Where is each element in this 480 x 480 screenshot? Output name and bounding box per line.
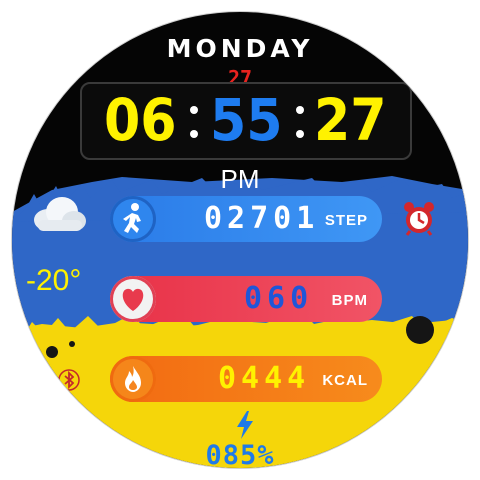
clock-minutes: 55	[210, 86, 283, 154]
colon-dot	[296, 106, 304, 114]
heart-icon-badge	[110, 276, 156, 322]
alarm-clock-icon[interactable]	[402, 200, 436, 236]
battery-percentage[interactable]: 085%	[12, 440, 468, 468]
calories-unit: KCAL	[322, 372, 368, 389]
calories-value: 0444	[218, 361, 311, 396]
heart-rate-value: 060	[244, 281, 314, 316]
bluetooth-icon[interactable]	[58, 368, 80, 392]
clock-hours: 06	[104, 86, 177, 154]
steps-icon-badge	[110, 196, 156, 242]
flame-icon-badge	[110, 356, 156, 402]
colon-dot	[190, 106, 198, 114]
flame-icon	[125, 366, 141, 392]
heart-rate-widget[interactable]: 060 BPM	[110, 276, 382, 322]
steps-value: 02701	[204, 201, 320, 236]
am-pm-indicator: PM	[220, 164, 260, 194]
weekday-label: MONDAY	[166, 34, 314, 63]
watch-face: MONDAY 27 06 55 27 PM -20° 02701 STEP 06…	[12, 12, 468, 468]
heart-rate-unit: BPM	[331, 292, 368, 309]
colon-dot	[296, 130, 304, 138]
digital-clock: 06 55 27	[80, 82, 412, 160]
steps-widget[interactable]: 02701 STEP	[110, 196, 382, 242]
clock-seconds: 27	[314, 86, 387, 154]
calories-widget[interactable]: 0444 KCAL	[110, 356, 382, 402]
steps-unit: STEP	[324, 212, 368, 229]
temperature-label[interactable]: -20°	[26, 264, 81, 298]
cloud-icon[interactable]	[28, 192, 88, 234]
colon-dot	[190, 130, 198, 138]
heart-icon	[122, 288, 144, 311]
walk-icon	[123, 203, 141, 233]
lightning-icon	[237, 411, 253, 439]
